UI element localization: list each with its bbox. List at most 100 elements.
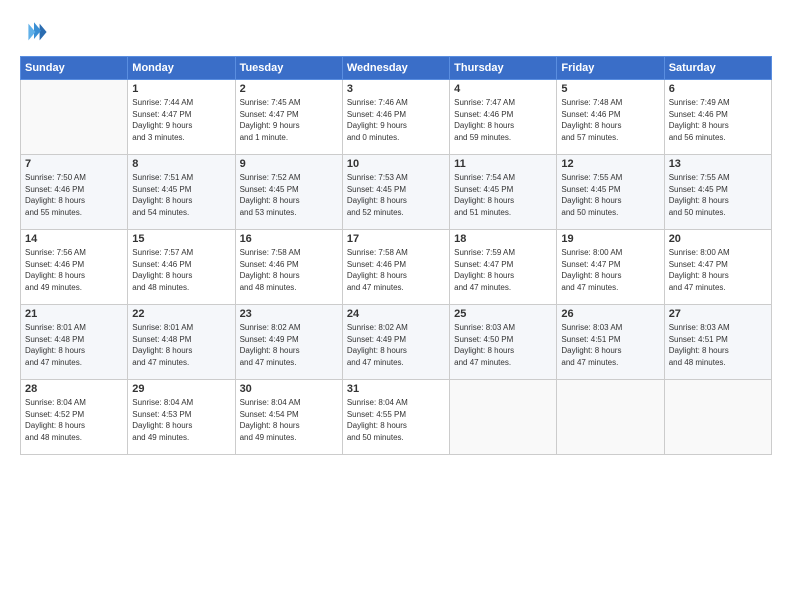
day-number: 28 <box>25 383 123 395</box>
calendar-cell: 18Sunrise: 7:59 AM Sunset: 4:47 PM Dayli… <box>450 230 557 305</box>
calendar-cell: 30 Sunrise: 8:04 AM Sunset: 4:54 PM Dayli… <box>235 380 342 455</box>
day-info: Sunrise: 7:46 AM Sunset: 4:46 PM Dayligh… <box>347 97 445 143</box>
logo-icon <box>20 18 48 46</box>
day-number: 14 <box>25 233 123 245</box>
day-number: 6 <box>669 83 767 95</box>
day-info: Sunrise: 8:04 AM Sunset: 4:53 PM Dayligh… <box>132 397 230 443</box>
day-info: Sunrise: 7:50 AM Sunset: 4:46 PM Dayligh… <box>25 172 123 218</box>
day-number: 26 <box>561 308 659 320</box>
day-number: 31 <box>347 383 445 395</box>
day-number: 16 <box>240 233 338 245</box>
day-number: 24 <box>347 308 445 320</box>
day-number: 30 <box>240 383 338 395</box>
day-info: Sunrise: 7:57 AM Sunset: 4:46 PM Dayligh… <box>132 247 230 293</box>
day-number: 9 <box>240 158 338 170</box>
calendar-cell: 25 Sunrise: 8:03 AM Sunset: 4:50 PM Dayli… <box>450 305 557 380</box>
calendar-cell: 23 Sunrise: 8:02 AM Sunset: 4:49 PM Dayli… <box>235 305 342 380</box>
week-row-4: 28 Sunrise: 8:04 AM Sunset: 4:52 PM Dayli… <box>21 380 772 455</box>
day-number: 25 <box>454 308 552 320</box>
day-info: Sunrise: 8:04 AM Sunset: 4:55 PM Dayligh… <box>347 397 445 443</box>
day-number: 20 <box>669 233 767 245</box>
week-row-1: 7 Sunrise: 7:50 AM Sunset: 4:46 PM Daylig… <box>21 155 772 230</box>
day-info: Sunrise: 7:58 AM Sunset: 4:46 PM Dayligh… <box>240 247 338 293</box>
day-number: 1 <box>132 83 230 95</box>
day-number: 2 <box>240 83 338 95</box>
day-info: Sunrise: 8:01 AM Sunset: 4:48 PM Dayligh… <box>132 322 230 368</box>
calendar-cell <box>450 380 557 455</box>
header <box>20 18 772 46</box>
day-number: 3 <box>347 83 445 95</box>
day-info: Sunrise: 8:00 AM Sunset: 4:47 PM Dayligh… <box>561 247 659 293</box>
calendar-cell: 5Sunrise: 7:48 AM Sunset: 4:46 PM Daylig… <box>557 80 664 155</box>
calendar-cell: 22 Sunrise: 8:01 AM Sunset: 4:48 PM Dayli… <box>128 305 235 380</box>
day-number: 19 <box>561 233 659 245</box>
day-info: Sunrise: 8:02 AM Sunset: 4:49 PM Dayligh… <box>240 322 338 368</box>
day-number: 15 <box>132 233 230 245</box>
calendar-cell: 19 Sunrise: 8:00 AM Sunset: 4:47 PM Dayli… <box>557 230 664 305</box>
calendar-cell: 12Sunrise: 7:55 AM Sunset: 4:45 PM Dayli… <box>557 155 664 230</box>
calendar-cell: 15 Sunrise: 7:57 AM Sunset: 4:46 PM Dayli… <box>128 230 235 305</box>
calendar-cell: 11Sunrise: 7:54 AM Sunset: 4:45 PM Dayli… <box>450 155 557 230</box>
calendar-cell: 27 Sunrise: 8:03 AM Sunset: 4:51 PM Dayli… <box>664 305 771 380</box>
header-row: SundayMondayTuesdayWednesdayThursdayFrid… <box>21 57 772 80</box>
calendar-cell <box>21 80 128 155</box>
day-info: Sunrise: 7:49 AM Sunset: 4:46 PM Dayligh… <box>669 97 767 143</box>
calendar-table: SundayMondayTuesdayWednesdayThursdayFrid… <box>20 56 772 455</box>
day-info: Sunrise: 8:03 AM Sunset: 4:51 PM Dayligh… <box>669 322 767 368</box>
day-info: Sunrise: 8:04 AM Sunset: 4:54 PM Dayligh… <box>240 397 338 443</box>
day-info: Sunrise: 8:02 AM Sunset: 4:49 PM Dayligh… <box>347 322 445 368</box>
day-info: Sunrise: 7:52 AM Sunset: 4:45 PM Dayligh… <box>240 172 338 218</box>
day-number: 27 <box>669 308 767 320</box>
calendar-cell: 10Sunrise: 7:53 AM Sunset: 4:45 PM Dayli… <box>342 155 449 230</box>
day-number: 8 <box>132 158 230 170</box>
day-info: Sunrise: 7:48 AM Sunset: 4:46 PM Dayligh… <box>561 97 659 143</box>
day-number: 11 <box>454 158 552 170</box>
calendar-cell: 24 Sunrise: 8:02 AM Sunset: 4:49 PM Dayli… <box>342 305 449 380</box>
day-info: Sunrise: 8:03 AM Sunset: 4:51 PM Dayligh… <box>561 322 659 368</box>
day-info: Sunrise: 8:00 AM Sunset: 4:47 PM Dayligh… <box>669 247 767 293</box>
calendar-cell: 2 Sunrise: 7:45 AM Sunset: 4:47 PM Daylig… <box>235 80 342 155</box>
day-number: 18 <box>454 233 552 245</box>
day-info: Sunrise: 7:47 AM Sunset: 4:46 PM Dayligh… <box>454 97 552 143</box>
header-day-wednesday: Wednesday <box>342 57 449 80</box>
day-number: 22 <box>132 308 230 320</box>
calendar-cell: 20 Sunrise: 8:00 AM Sunset: 4:47 PM Dayli… <box>664 230 771 305</box>
week-row-2: 14Sunrise: 7:56 AM Sunset: 4:46 PM Dayli… <box>21 230 772 305</box>
header-day-thursday: Thursday <box>450 57 557 80</box>
day-number: 17 <box>347 233 445 245</box>
calendar-cell: 21Sunrise: 8:01 AM Sunset: 4:48 PM Dayli… <box>21 305 128 380</box>
day-info: Sunrise: 7:45 AM Sunset: 4:47 PM Dayligh… <box>240 97 338 143</box>
day-info: Sunrise: 7:44 AM Sunset: 4:47 PM Dayligh… <box>132 97 230 143</box>
calendar-cell: 6 Sunrise: 7:49 AM Sunset: 4:46 PM Daylig… <box>664 80 771 155</box>
calendar-cell: 16 Sunrise: 7:58 AM Sunset: 4:46 PM Dayli… <box>235 230 342 305</box>
day-number: 13 <box>669 158 767 170</box>
day-info: Sunrise: 8:01 AM Sunset: 4:48 PM Dayligh… <box>25 322 123 368</box>
day-info: Sunrise: 8:04 AM Sunset: 4:52 PM Dayligh… <box>25 397 123 443</box>
day-number: 7 <box>25 158 123 170</box>
day-info: Sunrise: 7:58 AM Sunset: 4:46 PM Dayligh… <box>347 247 445 293</box>
calendar-cell: 1 Sunrise: 7:44 AM Sunset: 4:47 PM Daylig… <box>128 80 235 155</box>
day-info: Sunrise: 7:55 AM Sunset: 4:45 PM Dayligh… <box>561 172 659 218</box>
calendar-cell <box>664 380 771 455</box>
calendar-cell <box>557 380 664 455</box>
header-day-sunday: Sunday <box>21 57 128 80</box>
day-number: 4 <box>454 83 552 95</box>
day-number: 23 <box>240 308 338 320</box>
day-number: 29 <box>132 383 230 395</box>
day-info: Sunrise: 7:53 AM Sunset: 4:45 PM Dayligh… <box>347 172 445 218</box>
calendar-cell: 3 Sunrise: 7:46 AM Sunset: 4:46 PM Daylig… <box>342 80 449 155</box>
calendar-cell: 26 Sunrise: 8:03 AM Sunset: 4:51 PM Dayli… <box>557 305 664 380</box>
calendar-cell: 4 Sunrise: 7:47 AM Sunset: 4:46 PM Daylig… <box>450 80 557 155</box>
day-info: Sunrise: 8:03 AM Sunset: 4:50 PM Dayligh… <box>454 322 552 368</box>
calendar-cell: 29 Sunrise: 8:04 AM Sunset: 4:53 PM Dayli… <box>128 380 235 455</box>
header-day-tuesday: Tuesday <box>235 57 342 80</box>
calendar-cell: 31 Sunrise: 8:04 AM Sunset: 4:55 PM Dayli… <box>342 380 449 455</box>
logo <box>20 18 52 46</box>
day-info: Sunrise: 7:55 AM Sunset: 4:45 PM Dayligh… <box>669 172 767 218</box>
calendar-cell: 9 Sunrise: 7:52 AM Sunset: 4:45 PM Daylig… <box>235 155 342 230</box>
day-info: Sunrise: 7:51 AM Sunset: 4:45 PM Dayligh… <box>132 172 230 218</box>
calendar-cell: 14Sunrise: 7:56 AM Sunset: 4:46 PM Dayli… <box>21 230 128 305</box>
page: SundayMondayTuesdayWednesdayThursdayFrid… <box>0 0 792 612</box>
calendar-cell: 7 Sunrise: 7:50 AM Sunset: 4:46 PM Daylig… <box>21 155 128 230</box>
week-row-3: 21Sunrise: 8:01 AM Sunset: 4:48 PM Dayli… <box>21 305 772 380</box>
